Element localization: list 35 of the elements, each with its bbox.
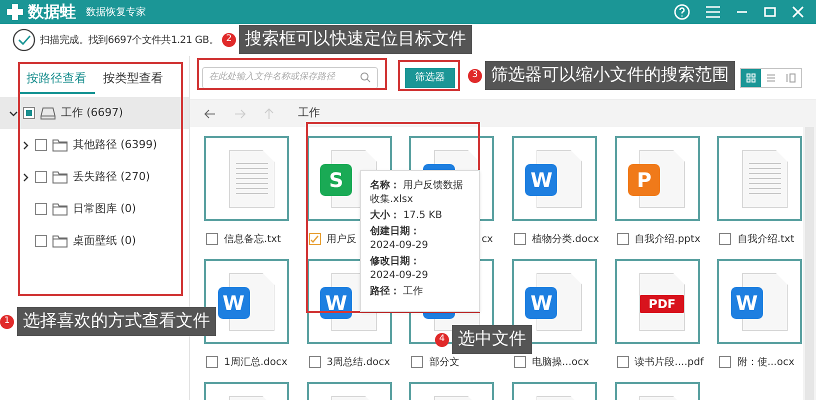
- badge-letter: W: [736, 290, 758, 317]
- badge-letter: S: [328, 167, 344, 194]
- tree-label: 工作 (6697): [61, 104, 124, 121]
- file-name: 植物分类.docx: [532, 232, 600, 246]
- badge-letter: W: [530, 167, 553, 194]
- tree-label: 桌面壁纸 (0): [73, 232, 136, 249]
- number-badge: 2: [222, 32, 236, 46]
- file-name: 电脑操...ocx: [532, 356, 590, 370]
- tree-label: 丢失路径 (270): [73, 168, 150, 185]
- badge-letter: P: [636, 167, 652, 194]
- callout-label: 搜索框可以快速定位目标文件: [239, 25, 472, 54]
- file-name: 3周总结.docx: [326, 356, 390, 370]
- tree-label: 日常图库 (0): [73, 200, 136, 217]
- callout-label: 选择喜欢的方式查看文件: [17, 307, 216, 336]
- file-name: cx: [482, 232, 494, 246]
- file-name: 读书片段....pdf: [634, 356, 704, 370]
- tooltip-row-text: 创建日期： 2024-09-29: [370, 225, 430, 253]
- file-name: 1周汇总.docx: [224, 356, 288, 370]
- file-name: 自我介绍.pptx: [634, 232, 700, 246]
- callout-label: 选中文件: [452, 325, 532, 354]
- file-name: 用户反: [326, 232, 357, 246]
- badge-letter: PDF: [648, 296, 676, 313]
- file-name: 附：使...ocx: [737, 356, 794, 370]
- app-subtitle: 数据恢复专家: [86, 6, 146, 20]
- file-name: 自我介绍.txt: [737, 232, 794, 246]
- badge-letter: W: [530, 290, 553, 317]
- badge-letter: W: [222, 290, 245, 317]
- breadcrumb-text: 工作: [298, 105, 320, 122]
- callout-label: 筛选器可以缩小文件的搜索范围: [485, 61, 735, 90]
- file-name: 信息备忘.txt: [224, 232, 281, 246]
- scan-status-text: 扫描完成。找到6697个文件共1.21 GB。: [40, 34, 219, 48]
- badge-letter: W: [325, 290, 348, 317]
- tree-label: 其他路径 (6399): [73, 136, 158, 153]
- file-name: 部分文: [429, 356, 460, 370]
- logo-text: 数据蛙: [28, 1, 76, 23]
